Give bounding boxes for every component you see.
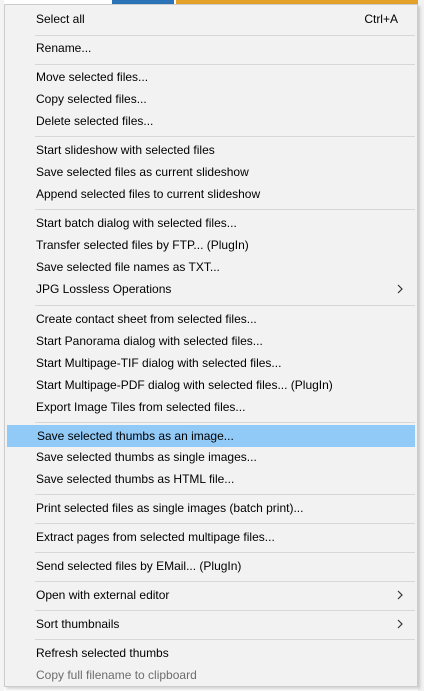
menu-separator xyxy=(35,494,415,495)
menu-item-label: Refresh selected thumbs xyxy=(36,646,169,660)
menu-item-label: Start slideshow with selected files xyxy=(36,143,215,157)
menu-item-slideshow-save[interactable]: Save selected files as current slideshow xyxy=(7,162,415,184)
menu-separator xyxy=(35,209,415,210)
menu-item-jpg-lossless[interactable]: JPG Lossless Operations xyxy=(7,279,415,301)
menu-item-move[interactable]: Move selected files... xyxy=(7,67,415,89)
menu-item-sort-thumbnails[interactable]: Sort thumbnails xyxy=(7,614,415,636)
menu-item-thumbs-image[interactable]: Save selected thumbs as an image... xyxy=(7,425,415,447)
menu-item-copy[interactable]: Copy selected files... xyxy=(7,89,415,111)
menu-item-label: Save selected file names as TXT... xyxy=(36,260,220,274)
menu-item-shortcut: Ctrl+A xyxy=(364,12,398,26)
menu-item-delete[interactable]: Delete selected files... xyxy=(7,111,415,133)
menu-item-extract-pages[interactable]: Extract pages from selected multipage fi… xyxy=(7,527,415,549)
menu-item-label: Create contact sheet from selected files… xyxy=(36,312,257,326)
menu-item-refresh[interactable]: Refresh selected thumbs xyxy=(7,643,415,665)
menu-item-label: Copy full filename to clipboard xyxy=(36,668,197,682)
menu-item-thumbs-single[interactable]: Save selected thumbs as single images... xyxy=(7,447,415,469)
menu-item-label: Rename... xyxy=(36,41,92,55)
menu-item-label: Append selected files to current slidesh… xyxy=(36,187,261,201)
chevron-right-icon xyxy=(397,590,403,600)
menu-separator xyxy=(35,552,415,553)
menu-item-label: Save selected files as current slideshow xyxy=(36,165,249,179)
menu-item-copy-filename: Copy full filename to clipboard xyxy=(7,665,415,687)
chevron-right-icon xyxy=(397,284,403,294)
menu-item-label: Save selected thumbs as an image... xyxy=(37,429,234,443)
menu-item-label: Print selected files as single images (b… xyxy=(36,501,304,515)
menu-separator xyxy=(35,639,415,640)
menu-separator xyxy=(35,523,415,524)
menu-separator xyxy=(35,305,415,306)
menu-item-label: Delete selected files... xyxy=(36,114,154,128)
menu-separator xyxy=(35,64,415,65)
menu-item-multipage-pdf[interactable]: Start Multipage-PDF dialog with selected… xyxy=(7,375,415,397)
menu-item-multipage-tif[interactable]: Start Multipage-TIF dialog with selected… xyxy=(7,353,415,375)
menu-item-label: Copy selected files... xyxy=(36,92,147,106)
menu-item-panorama[interactable]: Start Panorama dialog with selected file… xyxy=(7,331,415,353)
menu-item-label: Save selected thumbs as single images... xyxy=(36,450,257,464)
menu-item-label: Export Image Tiles from selected files..… xyxy=(36,400,246,414)
menu-separator xyxy=(35,581,415,582)
menu-item-slideshow-append[interactable]: Append selected files to current slidesh… xyxy=(7,184,415,206)
menu-item-label: Select all xyxy=(36,12,85,26)
context-menu: Select all Ctrl+A Rename... Move selecte… xyxy=(4,4,418,687)
menu-item-label: Start Panorama dialog with selected file… xyxy=(36,334,263,348)
chevron-right-icon xyxy=(397,619,403,629)
menu-item-label: Sort thumbnails xyxy=(36,617,120,631)
menu-item-slideshow-start[interactable]: Start slideshow with selected files xyxy=(7,140,415,162)
menu-item-label: Start Multipage-TIF dialog with selected… xyxy=(36,356,282,370)
menu-item-label: Open with external editor xyxy=(36,588,170,602)
menu-item-export-tiles[interactable]: Export Image Tiles from selected files..… xyxy=(7,397,415,419)
menu-separator xyxy=(35,610,415,611)
menu-item-rename[interactable]: Rename... xyxy=(7,38,415,60)
menu-item-thumbs-html[interactable]: Save selected thumbs as HTML file... xyxy=(7,469,415,491)
menu-item-contact-sheet[interactable]: Create contact sheet from selected files… xyxy=(7,309,415,331)
menu-item-label: Start Multipage-PDF dialog with selected… xyxy=(36,378,333,392)
menu-separator xyxy=(35,422,415,423)
menu-item-label: Extract pages from selected multipage fi… xyxy=(36,530,275,544)
menu-item-label: Transfer selected files by FTP... (PlugI… xyxy=(36,238,249,252)
menu-separator xyxy=(35,35,415,36)
menu-separator xyxy=(35,136,415,137)
background-edge xyxy=(418,0,424,691)
menu-item-label: Start batch dialog with selected files..… xyxy=(36,216,237,230)
menu-item-label: Save selected thumbs as HTML file... xyxy=(36,472,235,486)
menu-item-ftp[interactable]: Transfer selected files by FTP... (PlugI… xyxy=(7,235,415,257)
menu-item-save-names-txt[interactable]: Save selected file names as TXT... xyxy=(7,257,415,279)
menu-item-batch[interactable]: Start batch dialog with selected files..… xyxy=(7,213,415,235)
menu-item-email[interactable]: Send selected files by EMail... (PlugIn) xyxy=(7,556,415,578)
menu-item-external-editor[interactable]: Open with external editor xyxy=(7,585,415,607)
menu-item-select-all[interactable]: Select all Ctrl+A xyxy=(7,9,415,31)
menu-item-label: Send selected files by EMail... (PlugIn) xyxy=(36,559,242,573)
menu-item-label: JPG Lossless Operations xyxy=(36,282,172,296)
menu-item-print-batch[interactable]: Print selected files as single images (b… xyxy=(7,498,415,520)
menu-item-label: Move selected files... xyxy=(36,70,149,84)
